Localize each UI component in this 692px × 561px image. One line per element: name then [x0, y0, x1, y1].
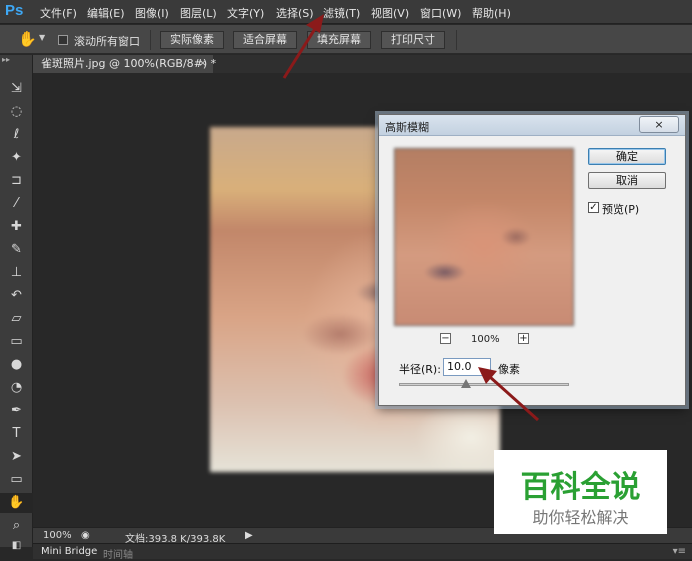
radius-unit-label: 像素: [498, 363, 520, 376]
status-info-icon[interactable]: ◉: [81, 530, 90, 541]
dodge-tool-icon[interactable]: ◔: [0, 378, 33, 398]
gradient-tool-icon[interactable]: ▭: [0, 332, 33, 352]
rectangle-tool-icon[interactable]: ▭: [0, 470, 33, 490]
tools-panel: ▸▸ ⇲ ◌ ℓ ✦ ⊐ ⁄ ✚ ✎ ⊥ ↶ ▱ ▭ ● ◔ ✒ T ➤ ▭ ✋…: [0, 55, 33, 551]
radius-input[interactable]: 10.0: [443, 358, 491, 376]
options-bar: ✋ ▼ 滚动所有窗口 实际像素 适合屏幕 填充屏幕 打印尺寸: [0, 25, 692, 54]
tab-mini-bridge[interactable]: Mini Bridge: [41, 546, 97, 557]
pen-tool-icon[interactable]: ✒: [0, 401, 33, 421]
menu-type[interactable]: 文字(Y): [227, 5, 264, 21]
menu-file[interactable]: 文件(F): [40, 5, 77, 21]
menu-bar: Ps 文件(F) 编辑(E) 图像(I) 图层(L) 文字(Y) 选择(S) 滤…: [0, 0, 692, 24]
zoom-in-button[interactable]: +: [518, 333, 529, 344]
options-divider: [456, 30, 457, 50]
menu-layer[interactable]: 图层(L): [180, 5, 217, 21]
document-tab-strip: 雀斑照片.jpg @ 100%(RGB/8#) * ×: [33, 55, 692, 73]
menu-window[interactable]: 窗口(W): [420, 5, 461, 21]
watermark-title: 百科全说: [520, 470, 641, 505]
close-tab-icon[interactable]: ×: [199, 55, 207, 72]
blur-tool-icon[interactable]: ●: [0, 355, 33, 375]
lasso-tool-icon[interactable]: ℓ: [0, 125, 33, 145]
actual-pixels-button[interactable]: 实际像素: [160, 31, 224, 49]
gaussian-blur-dialog: 高斯模糊 × − 100% + 确定 取消 ✓ 预览(P) 半径(R): 10.…: [378, 114, 686, 406]
options-divider: [150, 30, 151, 50]
photoshop-logo: Ps: [5, 2, 24, 19]
dialog-title: 高斯模糊: [385, 121, 429, 134]
dialog-close-button[interactable]: ×: [639, 116, 679, 133]
menu-filter[interactable]: 滤镜(T): [323, 5, 360, 21]
move-tool-icon[interactable]: ⇲: [0, 79, 33, 99]
clone-stamp-tool-icon[interactable]: ⊥: [0, 263, 33, 283]
fit-screen-button[interactable]: 适合屏幕: [233, 31, 297, 49]
radius-label: 半径(R):: [399, 363, 441, 376]
hand-tool-icon[interactable]: ✋: [0, 493, 33, 513]
radius-slider-track[interactable]: [399, 383, 569, 386]
print-size-button[interactable]: 打印尺寸: [381, 31, 445, 49]
preview-checkbox[interactable]: ✓: [588, 202, 599, 213]
eraser-tool-icon[interactable]: ▱: [0, 309, 33, 329]
panel-menu-icon[interactable]: ▾≡: [673, 546, 686, 557]
bottom-panel-tabs: Mini Bridge 时间轴 ▾≡: [33, 543, 692, 561]
scroll-all-windows-label: 滚动所有窗口: [74, 35, 140, 48]
type-tool-icon[interactable]: T: [0, 424, 33, 444]
color-swatches-icon[interactable]: ◧: [0, 536, 33, 556]
blur-preview-image[interactable]: [394, 148, 574, 326]
menu-view[interactable]: 视图(V): [371, 5, 409, 21]
tool-preset-dropdown-icon[interactable]: ▼: [39, 33, 45, 42]
marquee-tool-icon[interactable]: ◌: [0, 102, 33, 122]
path-selection-tool-icon[interactable]: ➤: [0, 447, 33, 467]
menu-edit[interactable]: 编辑(E): [87, 5, 125, 21]
radius-slider-thumb[interactable]: [461, 379, 471, 388]
healing-brush-tool-icon[interactable]: ✚: [0, 217, 33, 237]
status-menu-arrow-icon[interactable]: ▶: [245, 530, 253, 541]
watermark-logo: 百科全说 助你轻松解决: [494, 450, 667, 534]
menu-image[interactable]: 图像(I): [135, 5, 169, 21]
watermark-subtitle: 助你轻松解决: [532, 508, 629, 527]
dialog-title-bar[interactable]: 高斯模糊 ×: [379, 115, 685, 136]
menu-help[interactable]: 帮助(H): [472, 5, 511, 21]
preview-label: 预览(P): [602, 203, 640, 216]
panel-collapse-icon[interactable]: ▸▸: [2, 55, 10, 64]
scroll-all-windows-checkbox[interactable]: [58, 35, 68, 45]
crop-tool-icon[interactable]: ⊐: [0, 171, 33, 191]
fill-screen-button[interactable]: 填充屏幕: [307, 31, 371, 49]
document-tab[interactable]: 雀斑照片.jpg @ 100%(RGB/8#) * ×: [33, 55, 217, 73]
hand-tool-icon[interactable]: ✋: [18, 30, 37, 48]
history-brush-tool-icon[interactable]: ↶: [0, 286, 33, 306]
menu-select[interactable]: 选择(S): [276, 5, 314, 21]
zoom-level-field[interactable]: 100%: [43, 530, 72, 541]
zoom-out-button[interactable]: −: [440, 333, 451, 344]
document-tab-title: 雀斑照片.jpg @ 100%(RGB/8#) *: [41, 57, 217, 70]
magic-wand-tool-icon[interactable]: ✦: [0, 148, 33, 168]
eyedropper-tool-icon[interactable]: ⁄: [0, 194, 33, 214]
ok-button[interactable]: 确定: [588, 148, 666, 165]
preview-zoom-level: 100%: [471, 334, 500, 345]
zoom-tool-icon[interactable]: ⌕: [0, 516, 33, 536]
cancel-button[interactable]: 取消: [588, 172, 666, 189]
brush-tool-icon[interactable]: ✎: [0, 240, 33, 260]
